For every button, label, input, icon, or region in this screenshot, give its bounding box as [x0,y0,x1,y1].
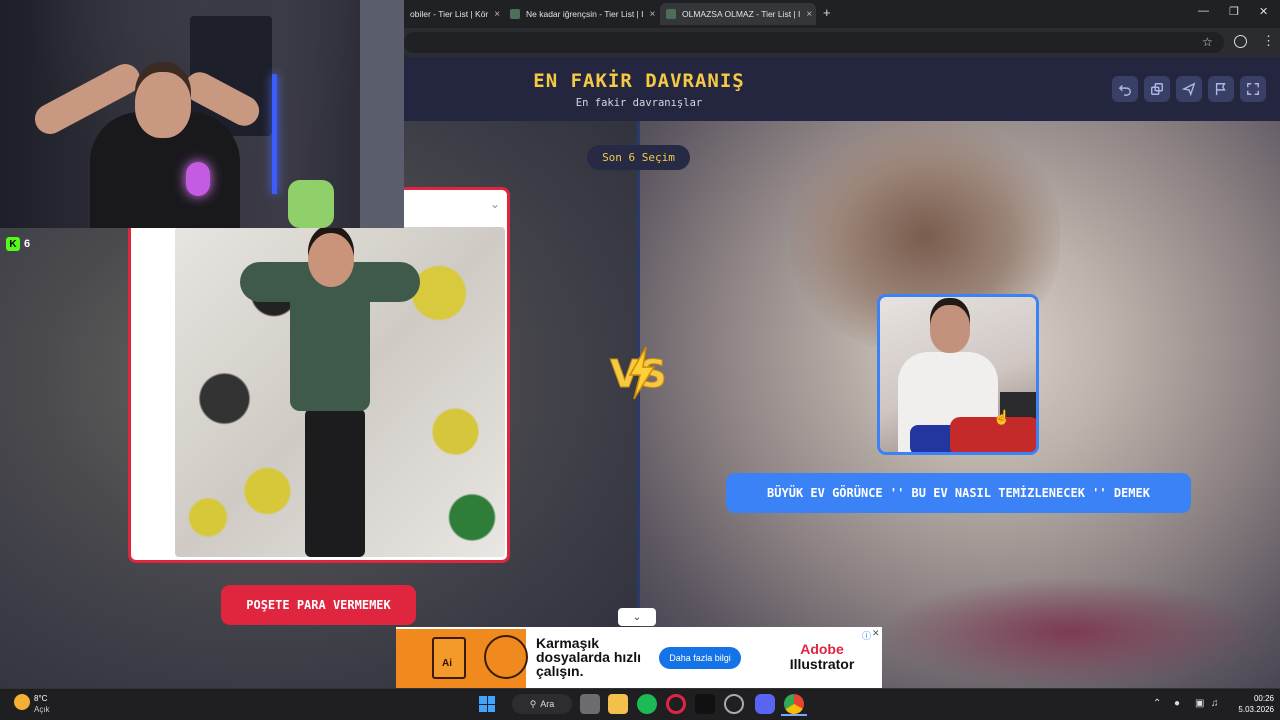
browser-tab[interactable]: Ne kadar iğrençsin - Tier List | I × [504,3,656,25]
fullscreen-icon [1247,83,1259,95]
clock-date[interactable]: 5.03.2026 [1232,705,1274,714]
webcam-overlay [0,0,404,228]
page-subtitle: En fakir davranışlar [575,97,703,109]
image-figure [305,409,365,557]
search-icon: ⚲ [529,698,537,709]
browser-tab-active[interactable]: OLMAZSA OLMAZ - Tier List | I × [660,3,816,25]
start-icon[interactable] [479,696,495,712]
image-figure [290,271,370,411]
volume-icon[interactable]: ♫ [1211,698,1219,709]
address-bar[interactable] [404,32,1224,53]
browser-menu-icon[interactable]: ⋮ [1262,33,1275,49]
tab-favicon-icon [666,9,676,19]
report-button[interactable] [1208,76,1234,102]
tray-chevron-icon[interactable]: ⌃ [1153,698,1161,709]
network-icon[interactable]: ▣ [1195,698,1204,709]
tab-label: obiler - Tier List | Kör [410,9,489,19]
app-icon[interactable] [724,694,744,714]
ad-close-icon[interactable]: ✕ [872,628,880,639]
collapse-chevron-icon[interactable]: ⌄ [618,608,656,626]
page-title: EN FAKİR DAVRANIŞ [533,70,745,92]
ad-brand-line2: Illustrator [789,656,855,672]
advertisement-banner[interactable]: Ai Karmaşık dosyalarda hızlı çalışın. Da… [396,627,882,688]
tab-favicon-icon [510,9,520,19]
minimize-icon[interactable]: — [1198,5,1209,17]
chrome-icon[interactable] [784,694,804,714]
ad-brand: Adobe Illustrator [779,642,865,672]
viewer-count-badge: K 6 [6,236,30,252]
share-button[interactable] [1144,76,1170,102]
kick-icon: K [6,237,20,251]
ad-brand-line1: Adobe [800,641,844,657]
file-explorer-icon[interactable] [608,694,628,714]
bookmark-star-icon[interactable]: ☆ [1202,35,1213,49]
weather-description[interactable]: Açık [34,705,50,714]
undo-icon [1118,85,1131,96]
microphone-icon[interactable]: ● [1174,698,1180,709]
hand-cursor-icon: ☝ [993,409,1011,425]
webcam-background [360,0,404,228]
send-button[interactable] [1176,76,1202,102]
close-tab-icon[interactable]: × [494,9,500,20]
terminal-icon[interactable] [695,694,715,714]
ad-decoration [484,635,528,679]
ad-cta-button[interactable]: Daha fazla bilgi [659,647,741,669]
new-tab-button[interactable]: + [823,5,831,20]
ad-headline: Karmaşık dosyalarda hızlı çalışın. [536,635,642,679]
discord-icon[interactable] [755,694,775,714]
right-option-button[interactable]: BÜYÜK EV GÖRÜNCE '' BU EV NASIL TEMİZLEN… [726,473,1191,513]
chevron-down-icon[interactable]: ⌄ [490,197,500,211]
weather-temperature[interactable]: 8°C [34,694,47,703]
send-icon [1182,82,1196,96]
webcam-background [272,74,277,194]
image-figure [308,233,354,287]
streamer-figure [135,72,191,138]
profile-icon[interactable] [1234,35,1247,48]
recent-choices-pill[interactable]: Son 6 Seçim [587,145,690,170]
image-figure [930,305,970,353]
task-view-icon[interactable] [580,694,600,714]
clock-time[interactable]: 00:26 [1238,694,1274,703]
close-tab-icon[interactable]: × [649,9,655,20]
blurred-backdrop [880,577,1260,687]
tab-label: OLMAZSA OLMAZ - Tier List | I [682,9,801,19]
webcam-object [288,180,334,228]
close-tab-icon[interactable]: × [806,9,812,20]
microphone [186,162,210,196]
share-icon [1151,83,1163,95]
taskbar-search[interactable]: ⚲ Ara [512,694,572,714]
close-window-icon[interactable]: ✕ [1259,5,1268,18]
opera-gx-icon[interactable] [666,694,686,714]
spotify-icon[interactable] [637,694,657,714]
left-option-button[interactable]: POŞETE PARA VERMEMEK [221,585,416,625]
ad-ai-glyph: Ai [442,658,452,669]
versus-icon: VS [610,346,667,400]
browser-tab[interactable]: obiler - Tier List | Kör × [404,3,502,25]
weather-icon[interactable] [14,694,30,710]
center-divider [637,121,640,688]
fullscreen-button[interactable] [1240,76,1266,102]
restore-icon[interactable]: ❐ [1229,5,1239,18]
search-label: Ara [540,699,555,709]
tab-label: Ne kadar iğrençsin - Tier List | I [526,9,644,19]
viewer-count: 6 [24,238,31,250]
active-app-indicator [781,714,807,716]
ad-info-icon[interactable]: ⓘ [862,629,871,642]
undo-button[interactable] [1112,76,1138,102]
flag-icon [1215,83,1226,96]
right-option-card[interactable] [877,294,1039,455]
